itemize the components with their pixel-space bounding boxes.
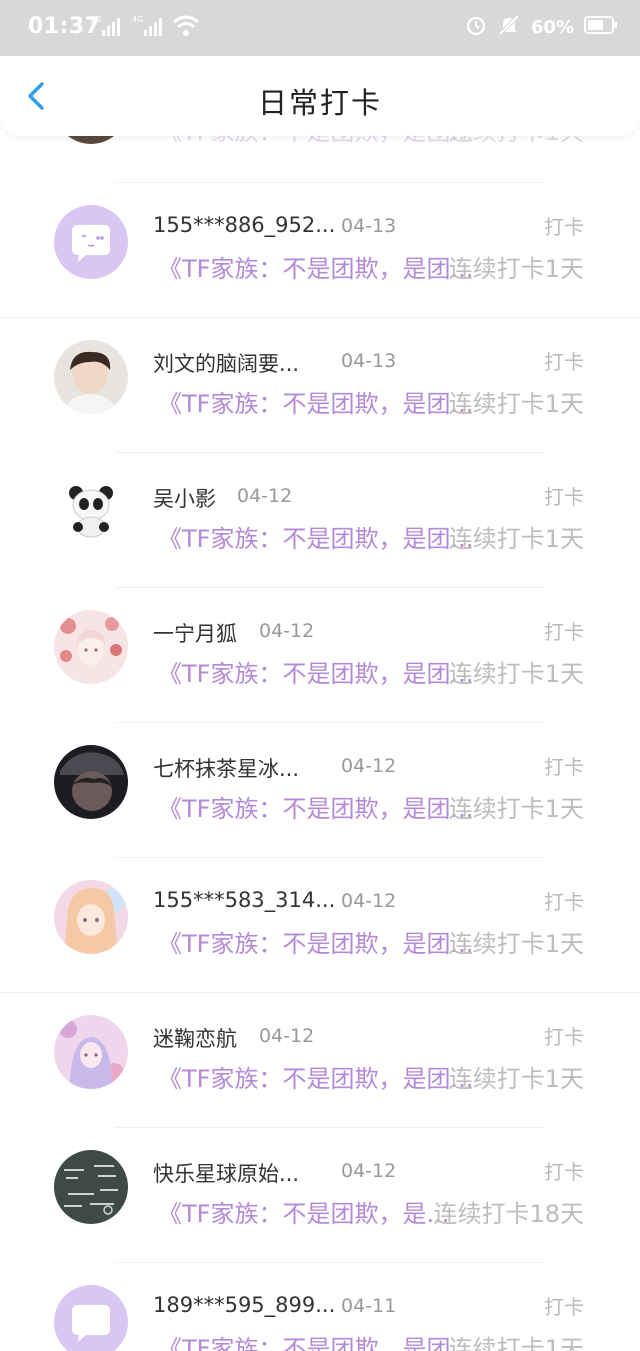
avatar	[54, 136, 128, 144]
pink-anime-icon	[54, 1015, 128, 1089]
avatar[interactable]	[54, 1015, 128, 1089]
wifi-icon	[172, 14, 200, 42]
checkin-date: 04-13	[341, 215, 397, 237]
streak-text: 连续打卡1天	[449, 136, 584, 147]
book-title[interactable]: 《TF家族：不是团欺，是团...	[158, 384, 473, 419]
book-title[interactable]: 《TF家族：不是团欺，是团...	[158, 519, 473, 554]
checkin-label: 打卡	[544, 1295, 584, 1319]
list-item[interactable]: 七杯抹茶星冰... 04-12 打卡 《TF家族：不是团欺，是团... 连续打卡…	[0, 723, 640, 858]
book-title[interactable]: 《TF家族：不是团欺，是团...	[158, 1059, 473, 1094]
streak-text: 连续打卡1天	[448, 1335, 584, 1351]
list-item[interactable]: 155***886_952... 04-13 打卡 《TF家族：不是团欺，是团.…	[0, 183, 640, 318]
user-name: 迷鞠恋航	[153, 1027, 237, 1051]
avatar[interactable]	[54, 880, 128, 954]
checkin-label: 打卡	[544, 890, 584, 914]
user-name: 刘文的脑阔要...	[153, 352, 300, 376]
list-item[interactable]: 吴小影 04-12 打卡 《TF家族：不是团欺，是团... 连续打卡1天	[0, 453, 640, 588]
checkin-list: 《TF家族：不是团欺，是团... 连续打卡1天 155***886_952...…	[0, 136, 640, 1351]
list-item[interactable]: 一宁月狐 04-12 打卡 《TF家族：不是团欺，是团... 连续打卡1天	[0, 588, 640, 723]
checkin-label: 打卡	[544, 350, 584, 374]
checkin-date: 04-11	[341, 1295, 397, 1317]
checkin-label: 打卡	[544, 620, 584, 644]
svg-text:2G: 2G	[90, 15, 101, 24]
user-name: 七杯抹茶星冰...	[153, 757, 300, 781]
streak-text: 连续打卡1天	[448, 660, 584, 688]
dark-photo-icon	[54, 745, 128, 819]
checkin-date: 04-12	[341, 890, 397, 912]
book-title[interactable]: 《TF家族：不是团欺，是团...	[158, 789, 473, 824]
page-title: 日常打卡	[257, 86, 382, 120]
avatar[interactable]	[54, 475, 128, 549]
checkin-label: 打卡	[544, 755, 584, 779]
nav-bar: 日常打卡	[0, 56, 640, 136]
list-item[interactable]: 155***583_314... 04-12 打卡 《TF家族：不是团欺，是团.…	[0, 858, 640, 993]
checkin-date: 04-12	[341, 1160, 397, 1182]
checkin-date: 04-12	[237, 485, 293, 507]
panda-icon	[54, 475, 128, 549]
user-name: 一宁月狐	[153, 622, 237, 646]
checkin-label: 打卡	[544, 485, 584, 509]
avatar[interactable]	[54, 1285, 128, 1351]
streak-text: 连续打卡1天	[448, 795, 584, 823]
boy-photo-icon	[54, 340, 128, 414]
status-right: 60%	[465, 14, 618, 41]
mute-icon	[497, 14, 521, 41]
checkin-date: 04-12	[259, 620, 315, 642]
avatar[interactable]	[54, 610, 128, 684]
list-item[interactable]: 快乐星球原始... 04-12 打卡 《TF家族：不是团欺，是... 连续打卡1…	[0, 1128, 640, 1263]
streak-text: 连续打卡1天	[448, 930, 584, 958]
signal-icon-4g: 4G	[132, 14, 168, 42]
user-name: 吴小影	[153, 487, 216, 511]
flower-girl-icon	[54, 610, 128, 684]
streak-text: 连续打卡1天	[448, 390, 584, 418]
book-title[interactable]: 《TF家族：不是团欺，是团...	[158, 924, 473, 959]
checkin-label: 打卡	[544, 1025, 584, 1049]
status-bar: 01:37 2G 4G 60%	[0, 0, 640, 56]
book-title[interactable]: 《TF家族：不是团欺，是团...	[158, 654, 473, 689]
avatar[interactable]	[54, 745, 128, 819]
anime-girl-icon	[54, 880, 128, 954]
book-title[interactable]: 《TF家族：不是团欺，是...	[158, 1194, 449, 1229]
streak-text: 连续打卡1天	[448, 1065, 584, 1093]
user-name: 189***595_899...	[153, 1293, 336, 1317]
checkin-label: 打卡	[544, 1160, 584, 1184]
book-title[interactable]: 《TF家族：不是团欺，是团...	[158, 1329, 473, 1351]
battery-icon	[584, 15, 618, 40]
alarm-icon	[465, 14, 487, 41]
user-name: 快乐星球原始...	[153, 1162, 300, 1186]
list-item[interactable]: 迷鞠恋航 04-12 打卡 《TF家族：不是团欺，是团... 连续打卡1天	[0, 993, 640, 1128]
streak-text: 连续打卡18天	[433, 1200, 584, 1228]
streak-text: 连续打卡1天	[448, 255, 584, 283]
chalkboard-icon	[54, 1150, 128, 1224]
list-item[interactable]: 《TF家族：不是团欺，是团... 连续打卡1天	[0, 136, 640, 183]
streak-text: 连续打卡1天	[448, 525, 584, 553]
list-item[interactable]: 刘文的脑阔要... 04-13 打卡 《TF家族：不是团欺，是团... 连续打卡…	[0, 318, 640, 453]
user-name: 155***583_314...	[153, 888, 336, 912]
user-name: 155***886_952...	[153, 213, 336, 237]
checkin-date: 04-12	[341, 755, 397, 777]
checkin-date: 04-12	[259, 1025, 315, 1047]
chat-bubble-icon	[54, 1285, 128, 1351]
list-item[interactable]: 189***595_899... 04-11 打卡 《TF家族：不是团欺，是团.…	[0, 1263, 640, 1351]
battery-level: 60%	[530, 17, 574, 38]
avatar[interactable]	[54, 1150, 128, 1224]
svg-text:4G: 4G	[132, 15, 143, 24]
avatar[interactable]	[54, 205, 128, 279]
signal-icon-2g: 2G	[90, 14, 126, 42]
book-title: 《TF家族：不是团欺，是团...	[158, 136, 473, 147]
checkin-date: 04-13	[341, 350, 397, 372]
avatar[interactable]	[54, 340, 128, 414]
book-title[interactable]: 《TF家族：不是团欺，是团...	[158, 249, 473, 284]
chat-bubble-icon	[54, 205, 128, 279]
checkin-label: 打卡	[544, 215, 584, 239]
